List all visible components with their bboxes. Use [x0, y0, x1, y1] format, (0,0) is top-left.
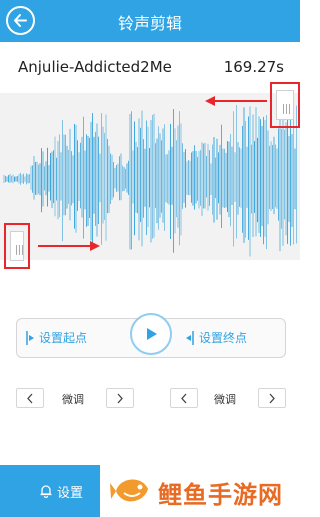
set-start-icon — [26, 331, 34, 345]
arrow-left-annotation — [205, 96, 267, 106]
chevron-right-icon — [269, 393, 275, 404]
set-start-button[interactable]: 设置起点 — [17, 319, 127, 357]
fine-tune-start-increase[interactable] — [106, 388, 134, 408]
page-title: 铃声剪辑 — [117, 14, 182, 33]
fish-logo-icon — [110, 479, 148, 502]
play-button[interactable] — [130, 313, 172, 355]
settings-label: 设置 — [57, 486, 84, 501]
play-icon — [147, 328, 157, 340]
fine-tune-end-increase[interactable] — [258, 388, 286, 408]
song-name: Anjulie-Addicted2Me — [18, 58, 172, 76]
set-start-label: 设置起点 — [39, 331, 88, 345]
chevron-left-icon — [27, 393, 33, 404]
watermark: 鲤鱼手游网 — [100, 465, 300, 517]
fine-tune-end-decrease[interactable] — [170, 388, 198, 408]
set-end-button[interactable]: 设置终点 — [175, 319, 285, 357]
bottom-bar: 设置 鲤鱼手游网 — [0, 465, 300, 517]
fine-tune-start-label: 微调 — [62, 393, 84, 406]
waveform-graph — [3, 104, 297, 257]
waveform-area[interactable] — [0, 93, 300, 260]
arrow-right-annotation — [38, 241, 100, 251]
fine-tune-start-decrease[interactable] — [16, 388, 44, 408]
end-handle[interactable] — [276, 90, 294, 120]
chevron-left-icon — [181, 393, 187, 404]
chevron-right-icon — [117, 393, 123, 404]
fine-tune-end: 微调 — [170, 388, 286, 408]
bell-icon — [40, 485, 52, 498]
set-end-label: 设置终点 — [199, 331, 248, 345]
fine-tune-end-label: 微调 — [214, 393, 236, 406]
end-handle-highlight — [270, 82, 300, 128]
start-handle[interactable] — [10, 231, 24, 261]
watermark-text: 鲤鱼手游网 — [158, 481, 283, 509]
settings-button[interactable]: 设置 — [0, 465, 100, 517]
set-end-icon — [186, 331, 194, 345]
song-duration: 169.27s — [223, 58, 284, 76]
header-bar: 铃声剪辑 — [0, 0, 300, 42]
start-handle-highlight — [4, 223, 30, 269]
fine-tune-start: 微调 — [16, 388, 134, 408]
